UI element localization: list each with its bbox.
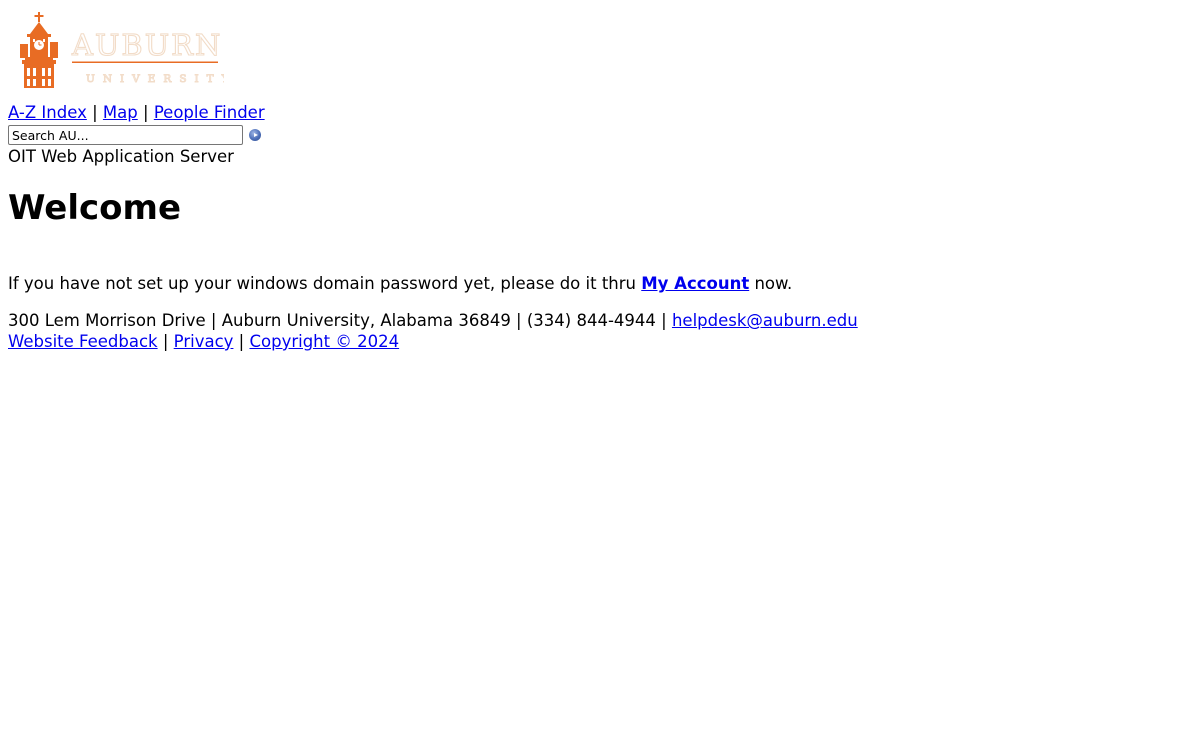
logo-wordmark-bottom: UNIVERSITY [86,73,224,85]
helpdesk-email-link[interactable]: helpdesk@auburn.edu [672,311,858,330]
my-account-link[interactable]: My Account [641,274,749,293]
footer-separator: | [157,332,174,351]
copyright-link[interactable]: Copyright © 2024 [249,332,399,351]
auburn-logo: AUBURN UNIVERSITY [20,12,224,88]
logo-rule [72,61,218,63]
server-name: OIT Web Application Server [8,147,234,166]
footer-address-text: 300 Lem Morrison Drive | Auburn Universi… [8,311,672,330]
password-notice: If you have not set up your windows doma… [8,273,792,294]
go-arrow-icon[interactable] [249,129,261,141]
notice-prefix: If you have not set up your windows doma… [8,274,642,293]
nav-link-people-finder[interactable]: People Finder [154,103,265,122]
privacy-link[interactable]: Privacy [174,332,234,351]
website-feedback-link[interactable]: Website Feedback [8,332,158,351]
nav-link-az-index[interactable]: A-Z Index [8,103,87,122]
top-nav: A-Z Index | Map | People Finder [8,102,265,123]
search-form [8,125,261,145]
footer-separator: | [233,332,250,351]
nav-separator: | [86,103,103,122]
footer-links: Website Feedback | Privacy | Copyright ©… [8,331,399,352]
search-input[interactable] [8,125,243,145]
notice-suffix: now. [749,274,793,293]
nav-link-map[interactable]: Map [103,103,138,122]
page-title: Welcome [8,188,182,228]
footer-address: 300 Lem Morrison Drive | Auburn Universi… [8,310,858,331]
logo-wordmark-top: AUBURN [71,28,222,62]
nav-separator: | [137,103,154,122]
auburn-logo-link[interactable]: AUBURN UNIVERSITY [14,12,224,90]
